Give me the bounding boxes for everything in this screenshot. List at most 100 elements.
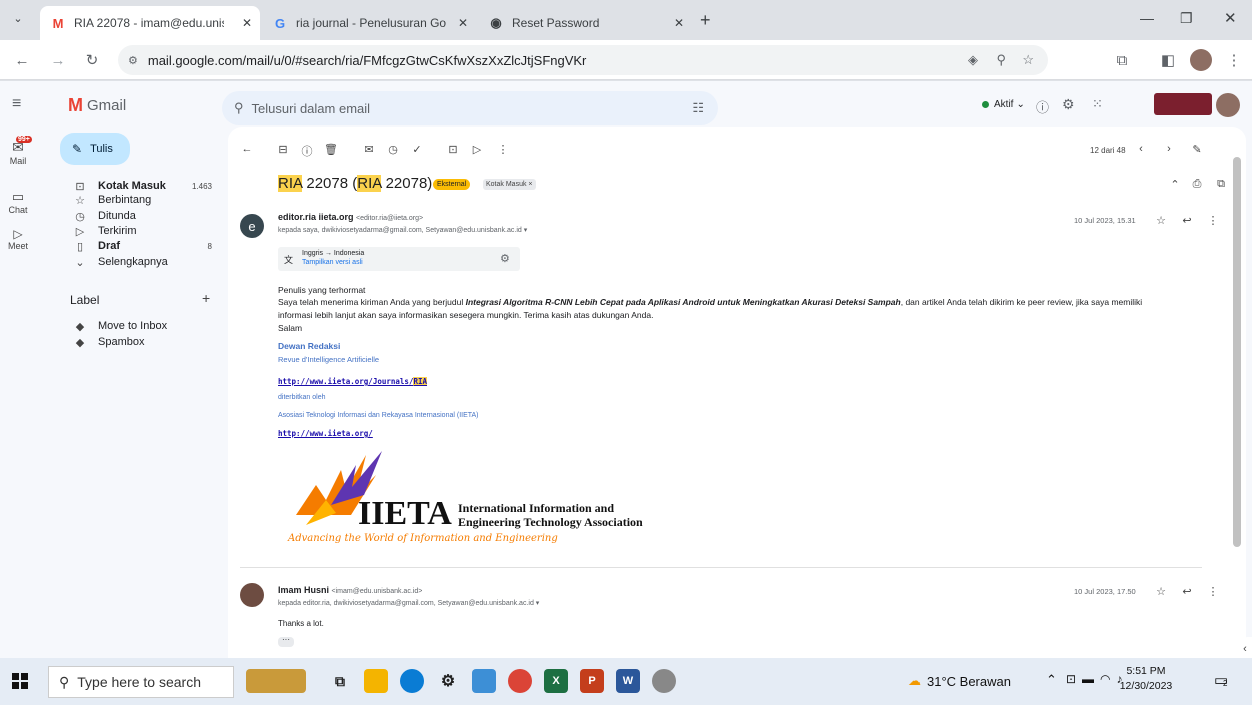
search-input[interactable]: ⚲ Telusuri dalam email ☷ [222,91,718,125]
site-settings-icon[interactable]: ⚙ [128,54,138,67]
eye-icon[interactable]: ◈ [968,52,978,68]
org-link[interactable]: http://www.iieta.org/ [278,429,373,438]
nav-sent[interactable]: ▷ Terkirim [60,224,212,238]
close-icon[interactable]: ✕ [674,16,684,30]
settings-icon[interactable]: ⚙ [500,252,510,265]
show-trimmed-button[interactable]: ··· [278,636,294,647]
compose-button[interactable]: ✎ Tulis [60,133,130,165]
more-icon[interactable]: ⋮ [1206,585,1220,599]
address-bar[interactable]: ⚙ mail.google.com/mail/u/0/#search/ria/F… [118,45,1048,75]
move-to-icon[interactable]: ⊡ [446,143,460,157]
hamburger-icon[interactable]: ≡ [12,95,21,113]
settings-icon[interactable]: ⚙ [436,669,460,693]
tab-gmail[interactable]: M RIA 22078 - imam@edu.unisba ✕ [40,6,260,40]
star-icon[interactable]: ☆ [1022,52,1034,68]
print-icon[interactable]: ⎙ [1190,178,1204,192]
chevron-left-icon[interactable]: ‹ [1134,143,1148,157]
add-task-icon[interactable]: ✓ [410,143,424,157]
inbox-chip[interactable]: Kotak Masuk × [483,179,536,190]
chevron-up-icon[interactable]: ⌃ [1046,672,1057,688]
more-icon[interactable]: ⋮ [1206,214,1220,228]
filter-icon[interactable]: ☷ [692,100,704,116]
close-window-button[interactable]: ✕ [1224,9,1237,27]
nav-drafts[interactable]: ▯ Draf 8 [60,239,212,253]
mark-unread-icon[interactable]: ✉ [362,143,376,157]
label-icon[interactable]: ▷ [470,143,484,157]
collapse-all-icon[interactable]: ⌃ [1168,178,1182,192]
extensions-icon[interactable]: ⧉ [1112,50,1132,70]
zoom-icon[interactable]: ⚲ [996,52,1006,68]
photos-icon[interactable] [472,669,496,693]
windows-start-icon[interactable] [12,673,28,689]
clock[interactable]: 5:51 PM 12/30/2023 [1118,664,1174,694]
chevron-right-icon[interactable]: › [1162,143,1176,157]
rail-chat[interactable]: ▭ Chat [4,189,32,215]
settings-icon[interactable]: ⚙ [1062,96,1075,113]
unread-badge: 99+ [16,136,32,143]
account-avatar[interactable] [1216,93,1240,117]
forward-icon[interactable]: → [48,50,68,70]
back-icon[interactable]: ← [12,50,32,70]
show-original-link[interactable]: Tampilkan versi asli [302,259,363,266]
gmail-logo[interactable]: M Gmail [68,95,126,116]
new-window-icon[interactable]: ⧉ [1214,178,1228,192]
nav-starred[interactable]: ☆ Berbintang [60,193,212,207]
chrome-profile-icon[interactable] [652,669,676,693]
reply-icon[interactable]: ↩ [1180,585,1194,599]
add-label-icon[interactable]: + [202,290,210,306]
scrollbar[interactable] [1233,157,1241,547]
restore-button[interactable]: ❐ [1180,10,1193,27]
new-tab-button[interactable]: + [700,10,711,31]
sender-name[interactable]: editor.ria iieta.org [278,212,354,222]
file-explorer-icon[interactable] [364,669,388,693]
profile-avatar[interactable] [1190,49,1212,71]
snooze-icon[interactable]: ◷ [386,143,400,157]
report-spam-icon[interactable]: ⓘ [300,143,314,158]
nav-more[interactable]: ⌄ Selengkapnya [60,255,212,269]
label-spambox[interactable]: ◆ Spambox [60,335,145,349]
weather-widget[interactable]: ☁ 31°C Berawan [908,673,1011,689]
nav-inbox[interactable]: ⊡ Kotak Masuk 1.463 [60,179,212,193]
word-icon[interactable]: W [616,669,640,693]
star-icon[interactable]: ☆ [1154,214,1168,228]
notification-icon[interactable]: ▭ 2 [1214,671,1228,689]
minimize-button[interactable]: — [1140,10,1154,26]
recipients-line[interactable]: kepada saya, dwikiviosetyadarma@gmail.co… [278,226,527,234]
nav-snoozed[interactable]: ◷ Ditunda [60,209,212,223]
label-move-to-inbox[interactable]: ◆ Move to Inbox [60,319,167,333]
edge-icon[interactable] [400,669,424,693]
archive-icon[interactable]: ⊟ [276,143,290,157]
powerpoint-icon[interactable]: P [580,669,604,693]
back-icon[interactable]: ← [240,143,254,157]
tab-google-search[interactable]: G ria journal - Penelusuran Googl ✕ [262,6,476,40]
tab-reset-password[interactable]: ◉ Reset Password ✕ [478,6,692,40]
iieta-logo[interactable]: IIETA International Information and Engi… [278,445,668,545]
input-tools-icon[interactable]: ✎ [1190,143,1204,157]
browser-toolbar: ← → ↻ ⚙ mail.google.com/mail/u/0/#search… [0,40,1252,80]
more-icon[interactable]: ⋮ [496,143,510,157]
sidepanel-icon[interactable]: ◧ [1158,50,1178,70]
tab-search-icon[interactable]: ⌄ [10,12,26,28]
chrome-icon[interactable] [508,669,532,693]
star-icon[interactable]: ☆ [1154,585,1168,599]
rail-mail[interactable]: ✉ Mail [4,139,32,166]
reply-icon[interactable]: ↩ [1180,214,1194,228]
journal-link[interactable]: http://www.iieta.org/Journals/RIA [278,377,428,386]
menu-icon[interactable]: ⋮ [1224,50,1244,70]
task-view-icon[interactable]: ⧉ [328,669,352,693]
taskbar-search[interactable]: ⚲ Type here to search [48,666,234,698]
org-logo[interactable] [1154,93,1212,115]
help-icon[interactable]: ⓘ [1036,97,1049,116]
close-icon[interactable]: ✕ [458,16,468,30]
close-icon[interactable]: ✕ [242,16,252,30]
sender-name[interactable]: Imam Husni [278,585,329,595]
clock-icon: ◷ [75,210,85,223]
reload-icon[interactable]: ↻ [82,50,102,70]
recipients-line[interactable]: kepada editor.ria, dwikiviosetyadarma@gm… [278,599,539,607]
excel-icon[interactable]: X [544,669,568,693]
rail-meet[interactable]: ▷ Meet [4,227,32,251]
delete-icon[interactable]: 🗑 [324,143,338,157]
status-toggle[interactable]: Aktif ⌄ [982,99,1025,110]
widgets-icon[interactable] [246,669,306,693]
apps-icon[interactable]: ⁙ [1092,96,1103,112]
